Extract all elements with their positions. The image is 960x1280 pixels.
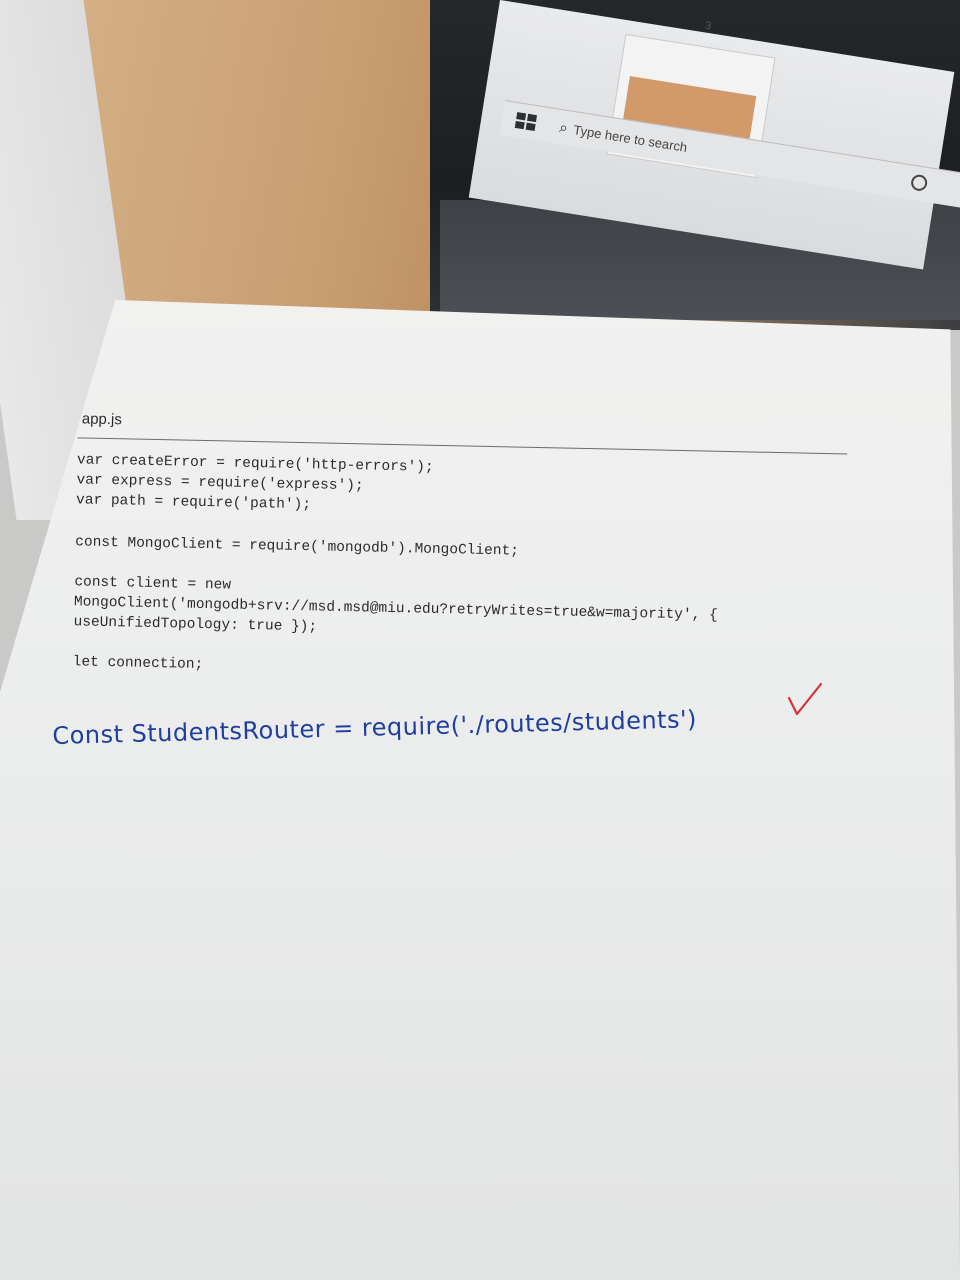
- mongo-import-block: const MongoClient = require('mongodb').M…: [75, 532, 859, 568]
- search-icon[interactable]: ⌕: [558, 118, 569, 136]
- cortana-circle-icon[interactable]: [909, 173, 929, 192]
- red-check-mark-icon: [787, 682, 823, 716]
- code-document: app.js var createError = require('http-e…: [57, 410, 862, 689]
- client-block: const client = new MongoClient('mongodb+…: [73, 572, 858, 648]
- require-block: var createError = require('http-errors')…: [76, 450, 861, 526]
- windows-start-icon[interactable]: [514, 112, 538, 131]
- code-line: const MongoClient = require('mongodb').M…: [75, 534, 520, 560]
